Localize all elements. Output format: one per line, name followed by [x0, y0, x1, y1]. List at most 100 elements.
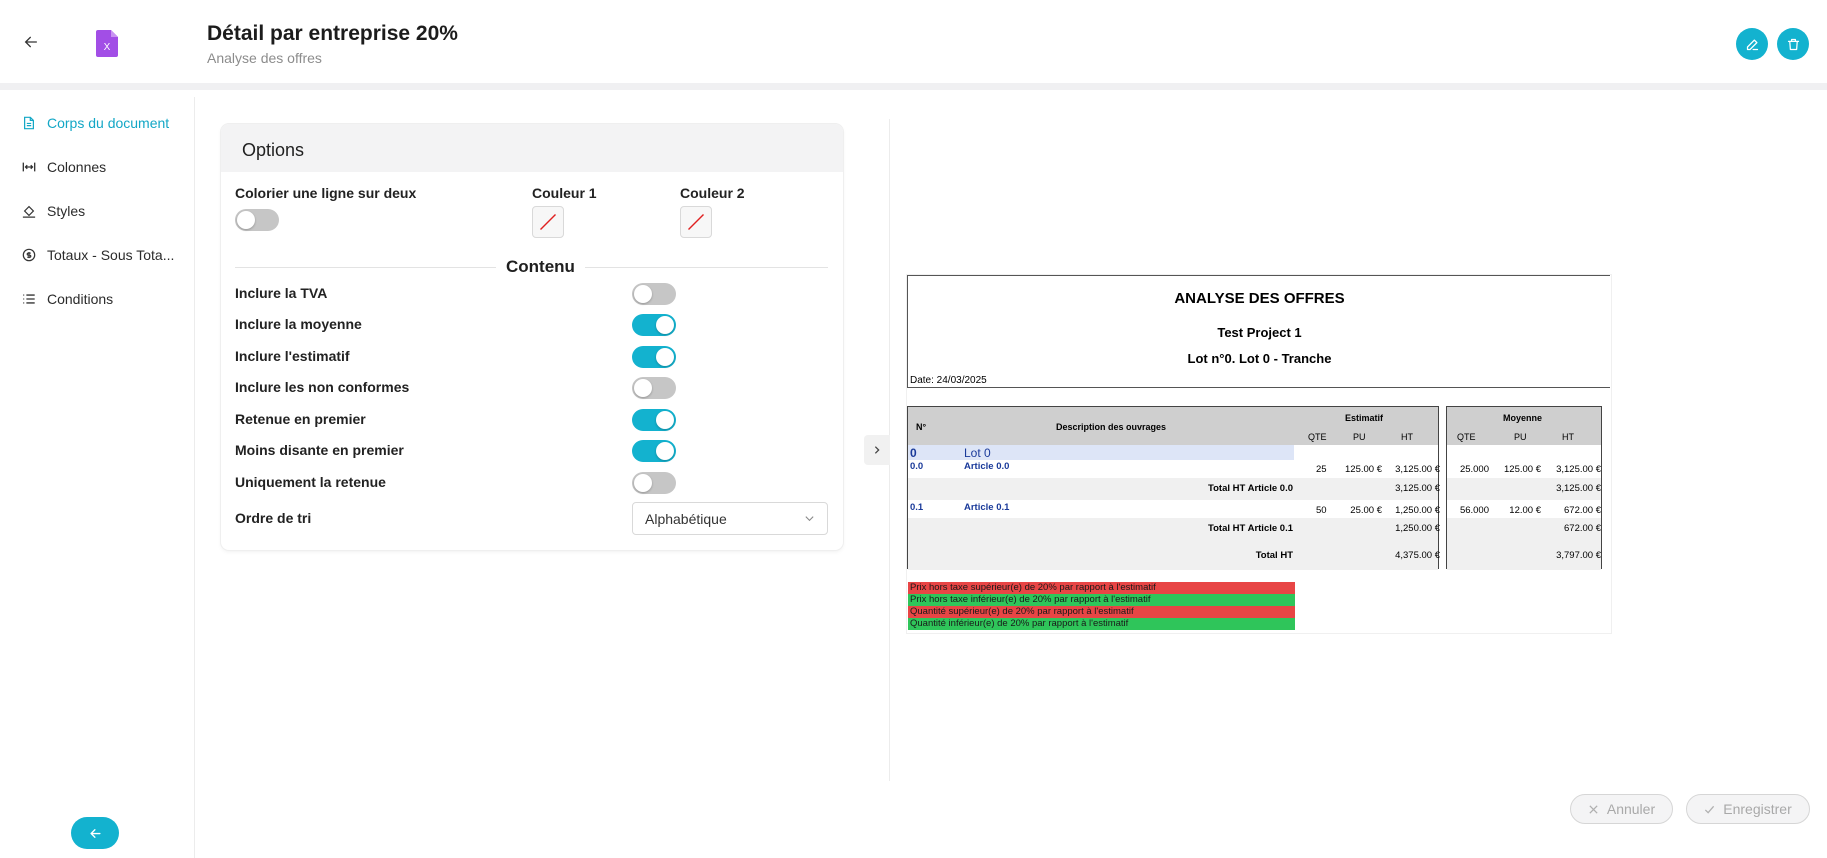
options-panel: Options Colorier une ligne sur deux Coul… [221, 124, 843, 550]
document-date: Date: 24/03/2025 [910, 375, 987, 386]
article-est-ht: 3,125.00 € [1395, 464, 1440, 475]
lot-num: 0 [910, 446, 917, 460]
article-num: 0.1 [910, 502, 924, 513]
collapse-sidebar-button[interactable] [71, 817, 119, 849]
article-total-est: 1,250.00 € [1395, 523, 1440, 534]
page-title: Détail par entreprise 20% [207, 22, 458, 45]
col-desc-header: Description des ouvrages [1056, 422, 1167, 432]
sidebar-item-conditions[interactable]: Conditions [22, 288, 113, 310]
content-section-title: Contenu [496, 257, 585, 277]
article-name: Article 0.0 [964, 461, 1010, 472]
moins-disante-first-label: Moins disante en premier [235, 442, 404, 458]
document-preview: ANALYSE DES OFFRES Test Project 1 Lot n°… [907, 275, 1611, 633]
article-est-pu: 125.00 € [1345, 464, 1382, 475]
page-subtitle: Analyse des offres [207, 50, 322, 66]
estimatif-table: N° Description des ouvrages Estimatif QT… [907, 406, 1440, 570]
article-est-qte: 50 [1316, 505, 1327, 516]
article-est-pu: 25.00 € [1350, 505, 1382, 516]
only-retenue-toggle[interactable] [632, 472, 676, 494]
document-icon [24, 116, 34, 130]
sidebar-item-corps-du-document[interactable]: Corps du document [22, 112, 169, 134]
expand-preview-button[interactable] [864, 435, 890, 465]
trash-icon [1787, 38, 1799, 50]
check-icon [1705, 805, 1715, 814]
cancel-button[interactable]: Annuler [1570, 794, 1673, 824]
article-total-label: Total HT Article 0.0 [1208, 483, 1293, 494]
top-header: X Détail par entreprise 20% Analyse des … [0, 0, 1827, 90]
pencil-icon [1746, 39, 1758, 50]
include-moyenne-toggle[interactable] [632, 314, 676, 336]
moins-disante-first-toggle[interactable] [632, 440, 676, 462]
article-est-ht: 1,250.00 € [1395, 505, 1440, 516]
retenue-first-toggle[interactable] [632, 409, 676, 431]
document-title: ANALYSE DES OFFRES [1174, 290, 1345, 307]
paint-bucket-icon [22, 205, 36, 218]
color1-label: Couleur 1 [532, 185, 597, 201]
include-tva-toggle[interactable] [632, 283, 676, 305]
include-tva-label: Inclure la TVA [235, 285, 328, 301]
sidebar-item-label: Conditions [47, 291, 114, 307]
article-est-qte: 25 [1316, 464, 1327, 475]
sidebar-item-label: Styles [47, 203, 86, 219]
grand-total-label: Total HT [1255, 550, 1293, 561]
legend-qty-higher: Quantité supérieur(e) de 20% par rapport… [908, 606, 1295, 618]
grand-total-est: 4,375.00 € [1395, 550, 1440, 561]
moyenne-qte-header: QTE [1457, 432, 1476, 442]
estimatif-ht-header: HT [1401, 432, 1413, 442]
arrow-left-icon [89, 828, 101, 838]
chevron-right-icon [874, 446, 880, 454]
save-button[interactable]: Enregistrer [1686, 794, 1810, 824]
alternate-rows-toggle[interactable] [235, 209, 279, 231]
sidebar-item-label: Corps du document [47, 115, 170, 131]
sidebar-item-label: Colonnes [47, 159, 107, 175]
list-icon [23, 294, 35, 304]
columns-icon [22, 162, 36, 172]
chevron-down-icon [805, 516, 814, 522]
color2-label: Couleur 2 [680, 185, 745, 201]
include-non-conformes-toggle[interactable] [632, 377, 676, 399]
document-lot-line: Lot n°0. Lot 0 - Tranche [1187, 351, 1332, 366]
no-color-icon [540, 214, 556, 230]
color2-picker[interactable] [680, 206, 712, 238]
lot-name: Lot 0 [964, 446, 991, 460]
moyenne-header: Moyenne [1503, 413, 1543, 423]
article-num: 0.0 [910, 461, 924, 472]
document-header-box: ANALYSE DES OFFRES Test Project 1 Lot n°… [907, 275, 1610, 388]
sidebar-item-styles[interactable]: Styles [22, 200, 85, 222]
arrow-left-icon [24, 36, 37, 47]
article-total-moy: 672.00 € [1564, 523, 1601, 534]
include-estimatif-toggle[interactable] [632, 346, 676, 368]
estimatif-pu-header: PU [1353, 432, 1366, 442]
sidebar-item-colonnes[interactable]: Colonnes [22, 156, 106, 178]
sidebar-item-label: Totaux - Sous Tota... [47, 247, 175, 263]
moyenne-table: Moyenne QTE PU HT 25.000 125.00 € 3,125.… [1446, 406, 1602, 570]
sidebar: Corps du document Colonnes Styles Totaux… [0, 97, 195, 858]
article-moy-qte: 25.000 [1459, 464, 1489, 475]
color1-picker[interactable] [532, 206, 564, 238]
moyenne-ht-header: HT [1562, 432, 1574, 442]
back-button[interactable] [18, 30, 44, 56]
delete-button[interactable] [1777, 28, 1809, 60]
dollar-circle-icon [22, 248, 36, 262]
col-num-header: N° [916, 422, 927, 432]
alternate-rows-label: Colorier une ligne sur deux [235, 185, 417, 201]
edit-button[interactable] [1736, 28, 1768, 60]
document-project: Test Project 1 [1217, 325, 1302, 340]
sort-order-value: Alphabétique [645, 511, 727, 527]
article-name: Article 0.1 [964, 502, 1010, 513]
sort-order-select[interactable]: Alphabétique [632, 502, 828, 535]
estimatif-header: Estimatif [1345, 413, 1384, 423]
save-label: Enregistrer [1723, 801, 1792, 817]
article-moy-qte: 56.000 [1459, 505, 1489, 516]
legend-price-higher: Prix hors taxe supérieur(e) de 20% par r… [908, 582, 1295, 594]
legend-price-lower: Prix hors taxe inférieur(e) de 20% par r… [908, 594, 1295, 606]
estimatif-qte-header: QTE [1308, 432, 1327, 442]
article-total-est: 3,125.00 € [1395, 483, 1440, 494]
include-moyenne-label: Inclure la moyenne [235, 316, 362, 332]
grand-total-moy: 3,797.00 € [1556, 550, 1601, 561]
moyenne-pu-header: PU [1514, 432, 1527, 442]
sidebar-item-totaux[interactable]: Totaux - Sous Tota... [22, 244, 174, 266]
include-estimatif-label: Inclure l'estimatif [235, 348, 350, 364]
article-moy-pu: 125.00 € [1504, 464, 1541, 475]
excel-file-icon: X [96, 30, 118, 57]
